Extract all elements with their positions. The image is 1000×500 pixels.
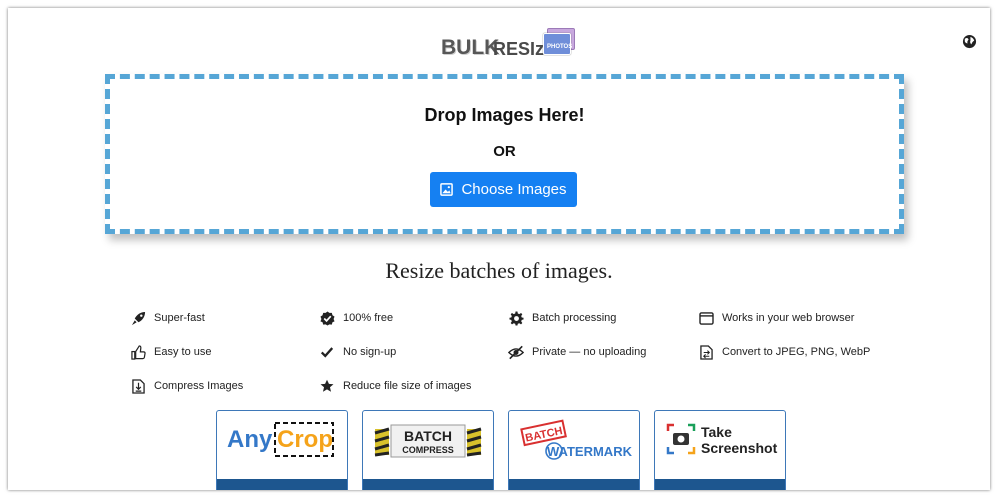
app-card-batch-watermark[interactable]: BATCH WATERMARK (508, 410, 640, 490)
feature-super-fast: Super-fast (130, 310, 205, 326)
feature-reduce-size: Reduce file size of images (319, 378, 471, 394)
choose-images-label: Choose Images (461, 181, 567, 198)
site-logo[interactable]: BULK RESIze PHOTOS (433, 24, 583, 64)
browser-window-icon (698, 310, 714, 326)
feature-label: Easy to use (154, 346, 212, 358)
drop-zone-title: Drop Images Here! (424, 105, 585, 125)
feature-compress: Compress Images (130, 378, 243, 394)
feature-label: No sign-up (343, 346, 397, 358)
card-band (509, 479, 639, 490)
feature-label: Reduce file size of images (343, 380, 472, 392)
globe-icon (962, 34, 976, 48)
take-screenshot-logo: Take Screenshot (666, 423, 778, 456)
screenshot-part1: Take (701, 424, 732, 440)
rocket-icon (130, 310, 146, 326)
feature-convert: Convert to JPEG, PNG, WebP (698, 344, 870, 360)
photo-card-front: PHOTOS (543, 33, 573, 55)
logo-photos-icon: PHOTOS (543, 28, 575, 55)
star-icon (319, 378, 335, 394)
batch-compress-logo: BATCH COMPRESS (374, 424, 482, 458)
feature-label: Batch processing (532, 312, 617, 324)
anycrop-part2: Crop (277, 426, 333, 453)
feature-no-signup: No sign-up (319, 344, 396, 360)
app-card-take-screenshot[interactable]: Take Screenshot (654, 410, 786, 490)
file-compress-icon (130, 378, 146, 394)
choose-images-button[interactable]: Choose Images (430, 172, 577, 207)
feature-label: Compress Images (154, 380, 244, 392)
feature-label: Convert to JPEG, PNG, WebP (722, 346, 871, 358)
feature-label: Works in your web browser (722, 312, 855, 324)
gear-icon (508, 310, 524, 326)
page-headline: Resize batches of images. (385, 258, 613, 283)
image-icon (440, 183, 454, 196)
batch-watermark-logo: BATCH WATERMARK (520, 419, 633, 460)
browser-viewport: BULK RESIze PHOTOS Drop Images Here! OR … (8, 8, 990, 490)
app-card-anycrop[interactable]: Any Crop (216, 410, 348, 490)
card-band (363, 479, 493, 490)
batch-compress-part1: BATCH (404, 428, 452, 444)
language-button[interactable] (958, 30, 980, 52)
anycrop-logo: Any Crop (227, 422, 334, 457)
card-band (217, 479, 347, 490)
file-convert-icon (698, 344, 714, 360)
drop-zone[interactable]: Drop Images Here! OR Choose Images (105, 74, 904, 234)
watermark-part2: WATERMARK (547, 444, 633, 459)
screenshot-part2: Screenshot (701, 440, 778, 456)
feature-label: 100% free (343, 312, 394, 324)
app-card-batch-compress[interactable]: BATCH COMPRESS (362, 410, 494, 490)
feature-free: 100% free (319, 310, 393, 326)
feature-easy-to-use: Easy to use (130, 344, 211, 360)
batch-compress-part2: COMPRESS (402, 445, 454, 455)
feature-label: Private — no uploading (532, 346, 647, 358)
logo-bulk-text: BULK (441, 36, 500, 59)
thumbs-up-icon (130, 344, 146, 360)
drop-zone-or: OR (493, 143, 516, 160)
logo-photos-label: PHOTOS (547, 44, 573, 50)
feature-private: Private — no uploading (508, 344, 646, 360)
checkmark-icon (319, 344, 335, 360)
feature-web-browser: Works in your web browser (698, 310, 854, 326)
feature-batch-processing: Batch processing (508, 310, 616, 326)
check-badge-icon (319, 310, 335, 326)
eye-slash-icon (508, 344, 524, 360)
anycrop-part1: Any (227, 426, 273, 453)
feature-label: Super-fast (154, 312, 205, 324)
card-band (655, 479, 785, 490)
